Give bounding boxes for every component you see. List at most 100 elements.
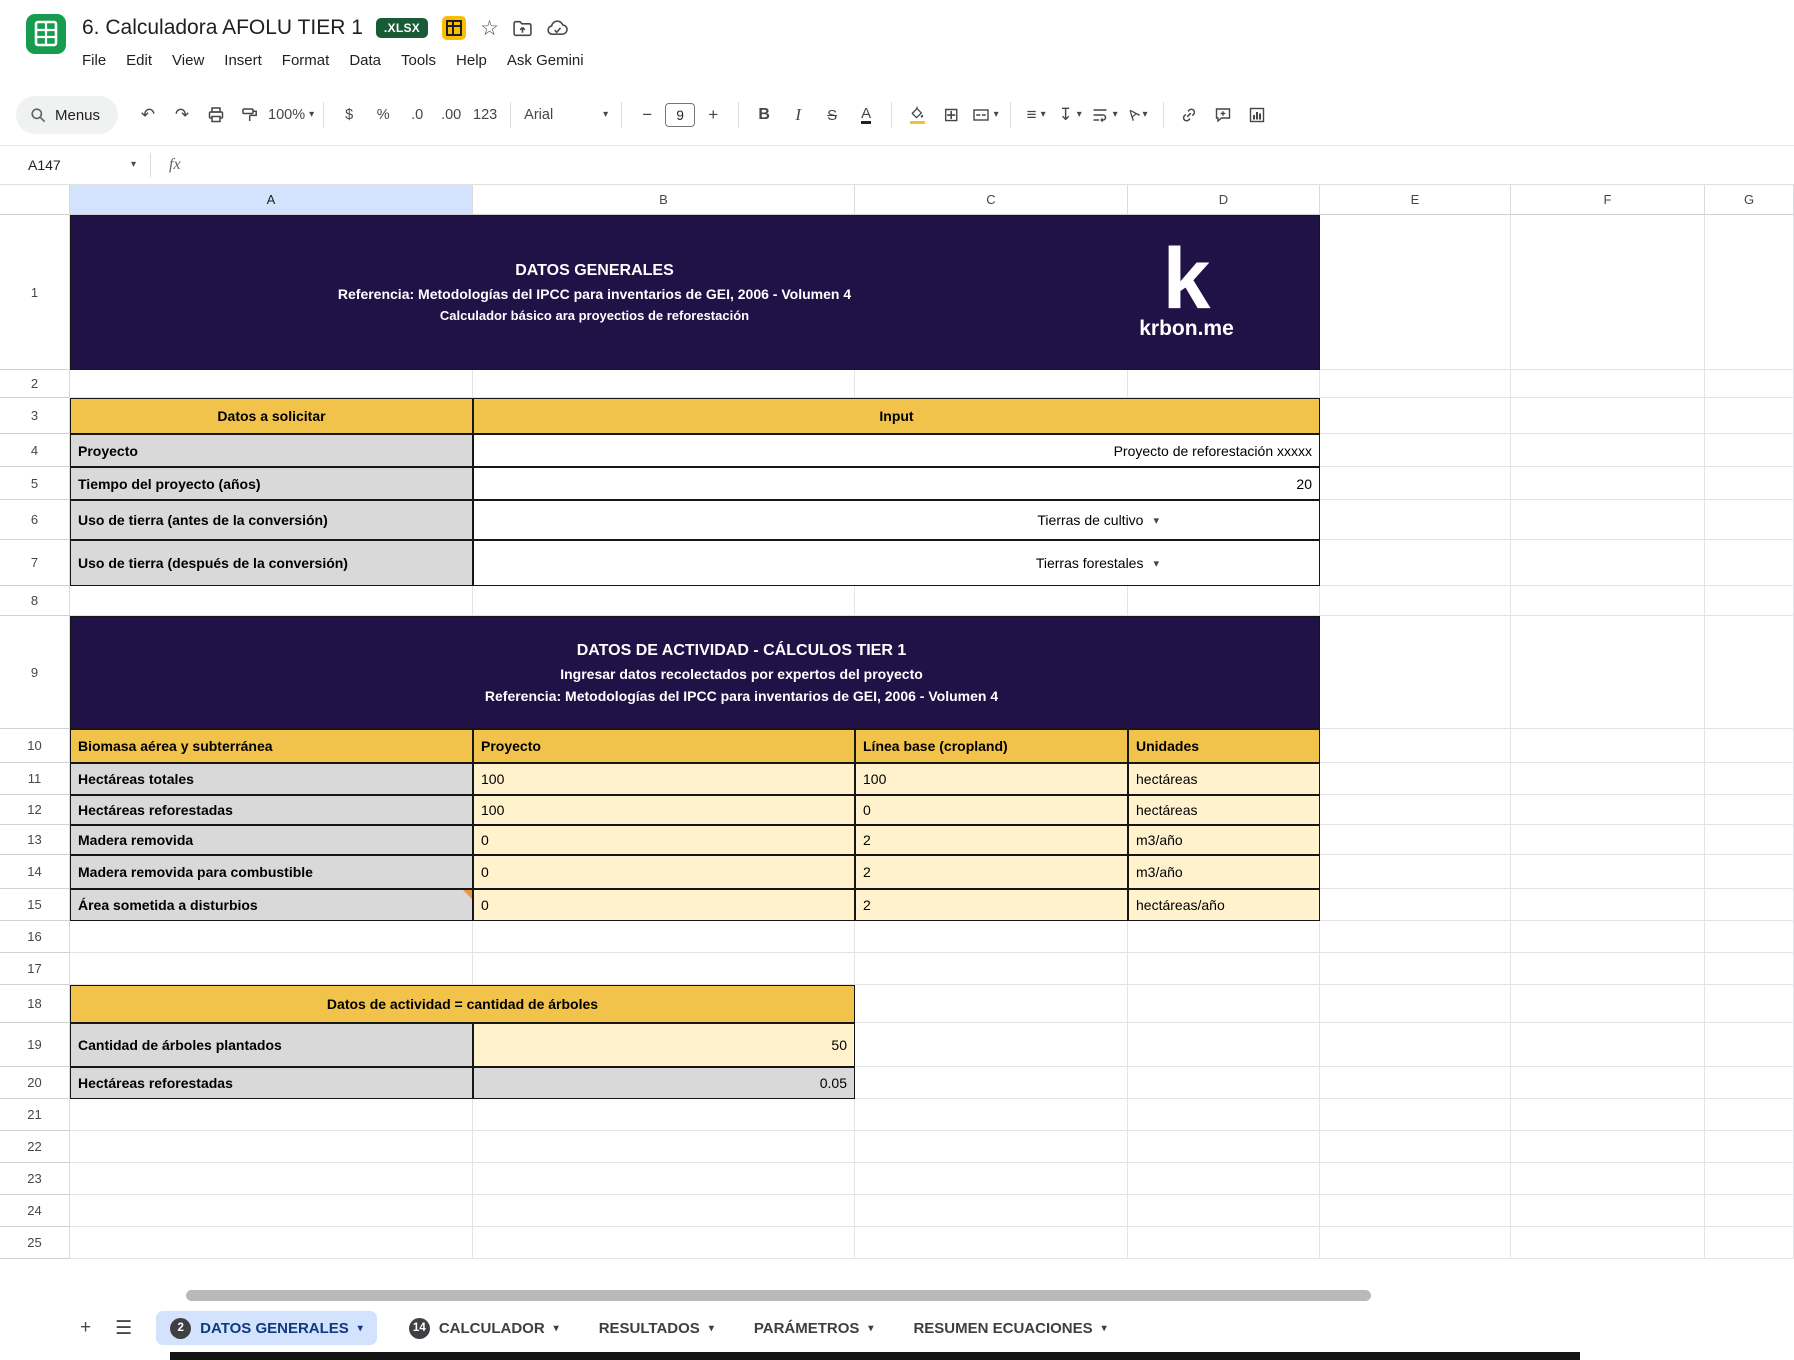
- cell-hectareas-reforestadas-value[interactable]: 0.05: [473, 1067, 855, 1099]
- formula-bar-divider: [150, 153, 151, 177]
- table-row-label[interactable]: Hectáreas reforestadas: [70, 795, 473, 825]
- merge-cells-button[interactable]: ▾: [969, 99, 1001, 131]
- cell-datos-a-solicitar[interactable]: Datos a solicitar: [70, 398, 473, 434]
- tab-resultados[interactable]: RESULTADOS ▾: [591, 1311, 722, 1345]
- format-percent-button[interactable]: %: [367, 99, 399, 131]
- name-box[interactable]: A147 ▾: [0, 157, 150, 173]
- move-folder-icon[interactable]: [512, 19, 533, 38]
- cell-tiempo-label[interactable]: Tiempo del proyecto (años): [70, 467, 473, 500]
- table-cell[interactable]: m3/año: [1128, 825, 1320, 855]
- menu-file[interactable]: File: [73, 49, 115, 72]
- print-icon[interactable]: [200, 99, 232, 131]
- table-cell[interactable]: hectáreas: [1128, 795, 1320, 825]
- font-family-dropdown[interactable]: Arial▾: [520, 99, 612, 131]
- table-cell[interactable]: 2: [855, 889, 1128, 921]
- vertical-align-button[interactable]: ↧▾: [1054, 99, 1086, 131]
- menu-tools[interactable]: Tools: [392, 49, 445, 72]
- tab-datos-generales[interactable]: 2 DATOS GENERALES ▾: [156, 1311, 377, 1345]
- cell-actividad-header[interactable]: DATOS DE ACTIVIDAD - CÁLCULOS TIER 1 Ing…: [70, 616, 1320, 729]
- tab-parametros[interactable]: PARÁMETROS ▾: [746, 1311, 882, 1345]
- dropdown-arrow-icon[interactable]: ▾: [1153, 514, 1159, 527]
- increase-font-size-button[interactable]: +: [697, 99, 729, 131]
- increase-decimals-button[interactable]: .00: [435, 99, 467, 131]
- cell-arboles-plantados-label[interactable]: Cantidad de árboles plantados: [70, 1023, 473, 1067]
- cell-proyecto-value[interactable]: Proyecto de reforestación xxxxx: [473, 434, 1320, 467]
- krbon-logo: k krbon.me: [1084, 244, 1319, 342]
- table-cell[interactable]: 0: [473, 825, 855, 855]
- menu-help[interactable]: Help: [447, 49, 496, 72]
- table-cell[interactable]: 2: [855, 855, 1128, 889]
- table-cell[interactable]: 0: [473, 889, 855, 921]
- cell-proyecto-header[interactable]: Proyecto: [473, 729, 855, 763]
- text-rotation-button[interactable]: A▾: [1122, 99, 1154, 131]
- decrease-font-size-button[interactable]: −: [631, 99, 663, 131]
- dropdown-arrow-icon[interactable]: ▾: [1153, 557, 1159, 570]
- fx-icon[interactable]: fx: [169, 156, 181, 174]
- insert-link-icon[interactable]: [1173, 99, 1205, 131]
- tab-resumen-ecuaciones[interactable]: RESUMEN ECUACIONES ▾: [905, 1311, 1114, 1345]
- menus-search-button[interactable]: Menus: [16, 96, 118, 134]
- horizontal-align-button[interactable]: ≡▾: [1020, 99, 1052, 131]
- format-currency-button[interactable]: $: [333, 99, 365, 131]
- cell-uso-despues-label[interactable]: Uso de tierra (después de la conversión): [70, 540, 473, 586]
- text-color-button[interactable]: A: [861, 106, 871, 125]
- paint-format-icon[interactable]: [234, 99, 266, 131]
- all-sheets-icon[interactable]: ☰: [115, 1317, 132, 1340]
- bold-button[interactable]: B: [748, 99, 780, 131]
- cell-tiempo-value[interactable]: 20: [473, 467, 1320, 500]
- menu-insert[interactable]: Insert: [215, 49, 271, 72]
- zoom-dropdown[interactable]: 100%▾: [268, 99, 314, 131]
- cell-hectareas-reforestadas-label[interactable]: Hectáreas reforestadas: [70, 1067, 473, 1099]
- table-cell[interactable]: 100: [473, 763, 855, 795]
- cell-arboles-header[interactable]: Datos de actividad = cantidad de árboles: [70, 985, 855, 1023]
- insert-comment-icon[interactable]: [1207, 99, 1239, 131]
- menu-edit[interactable]: Edit: [117, 49, 161, 72]
- cell-unidades-header[interactable]: Unidades: [1128, 729, 1320, 763]
- fill-color-button[interactable]: [901, 99, 933, 131]
- redo-icon[interactable]: ↷: [166, 99, 198, 131]
- menu-format[interactable]: Format: [273, 49, 339, 72]
- star-icon[interactable]: ☆: [480, 18, 499, 39]
- tab-calculador[interactable]: 14 CALCULADOR ▾: [401, 1311, 567, 1345]
- cell-input-header[interactable]: Input: [473, 398, 1320, 434]
- table-cell[interactable]: 0: [855, 795, 1128, 825]
- menu-data[interactable]: Data: [340, 49, 390, 72]
- italic-button[interactable]: I: [782, 99, 814, 131]
- table-cell[interactable]: 100: [473, 795, 855, 825]
- table-cell[interactable]: 2: [855, 825, 1128, 855]
- cell-linea-base-header[interactable]: Línea base (cropland): [855, 729, 1128, 763]
- table-row-label[interactable]: Madera removida: [70, 825, 473, 855]
- decrease-decimals-button[interactable]: .0: [401, 99, 433, 131]
- cell-arboles-plantados-value[interactable]: 50: [473, 1023, 855, 1067]
- cloud-status-icon[interactable]: [546, 19, 569, 38]
- cell-uso-antes-dropdown[interactable]: Tierras de cultivo ▾: [473, 500, 1320, 540]
- menu-view[interactable]: View: [163, 49, 213, 72]
- insert-chart-icon[interactable]: [1241, 99, 1273, 131]
- table-cell[interactable]: hectáreas: [1128, 763, 1320, 795]
- cell-general-header[interactable]: DATOS GENERALES Referencia: Metodologías…: [70, 215, 1320, 370]
- borders-button[interactable]: ⊞: [935, 99, 967, 131]
- cell-uso-antes-label[interactable]: Uso de tierra (antes de la conversión): [70, 500, 473, 540]
- table-row-label[interactable]: Área sometida a disturbios: [70, 889, 473, 921]
- table-row-label[interactable]: Hectáreas totales: [70, 763, 473, 795]
- more-formats-button[interactable]: 123: [469, 99, 501, 131]
- strikethrough-button[interactable]: S: [816, 99, 848, 131]
- table-cell[interactable]: m3/año: [1128, 855, 1320, 889]
- text-wrap-button[interactable]: ▾: [1088, 99, 1120, 131]
- cell-uso-despues-dropdown[interactable]: Tierras forestales ▾: [473, 540, 1320, 586]
- undo-icon[interactable]: ↶: [132, 99, 164, 131]
- align-icon: ≡: [1027, 105, 1037, 125]
- table-row-label[interactable]: Madera removida para combustible: [70, 855, 473, 889]
- document-title[interactable]: 6. Calculadora AFOLU TIER 1: [82, 16, 363, 40]
- table-cell[interactable]: hectáreas/año: [1128, 889, 1320, 921]
- table-cell[interactable]: 100: [855, 763, 1128, 795]
- menu-ask-gemini[interactable]: Ask Gemini: [498, 49, 593, 72]
- cell-biomasa-header[interactable]: Biomasa aérea y subterránea: [70, 729, 473, 763]
- cell-proyecto-label[interactable]: Proyecto: [70, 434, 473, 467]
- add-sheet-icon[interactable]: +: [80, 1317, 91, 1339]
- horizontal-scrollbar-thumb[interactable]: [186, 1290, 1371, 1301]
- table-cell[interactable]: 0: [473, 855, 855, 889]
- horizontal-scrollbar: [0, 1288, 1794, 1304]
- sheets-logo-icon[interactable]: [24, 12, 68, 56]
- font-size-input[interactable]: 9: [665, 103, 695, 127]
